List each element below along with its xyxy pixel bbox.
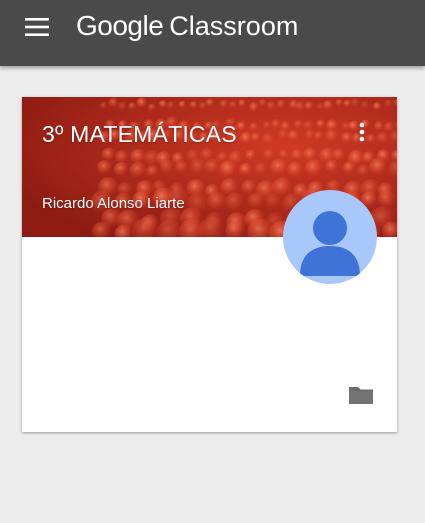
- more-vert-icon: [359, 122, 365, 142]
- course-options-button[interactable]: [348, 119, 376, 147]
- default-user-avatar-icon: [300, 211, 360, 276]
- top-app-bar: Google Classroom: [0, 0, 425, 66]
- course-card[interactable]: 3º MATEMÁTICAS Ricardo Alonso Liarte: [22, 97, 397, 432]
- main-menu-button[interactable]: [14, 14, 60, 40]
- brand-product-text: Classroom: [169, 11, 299, 41]
- teacher-avatar: [283, 190, 377, 284]
- course-title[interactable]: 3º MATEMÁTICAS: [42, 121, 237, 148]
- app-logo[interactable]: Google Classroom: [76, 10, 298, 44]
- brand-google-text: Google: [76, 10, 164, 41]
- folder-icon: [349, 387, 373, 404]
- course-teacher-name: Ricardo Alonso Liarte: [42, 195, 185, 212]
- hamburger-menu-icon: [25, 18, 49, 36]
- course-folder-button[interactable]: [347, 383, 375, 407]
